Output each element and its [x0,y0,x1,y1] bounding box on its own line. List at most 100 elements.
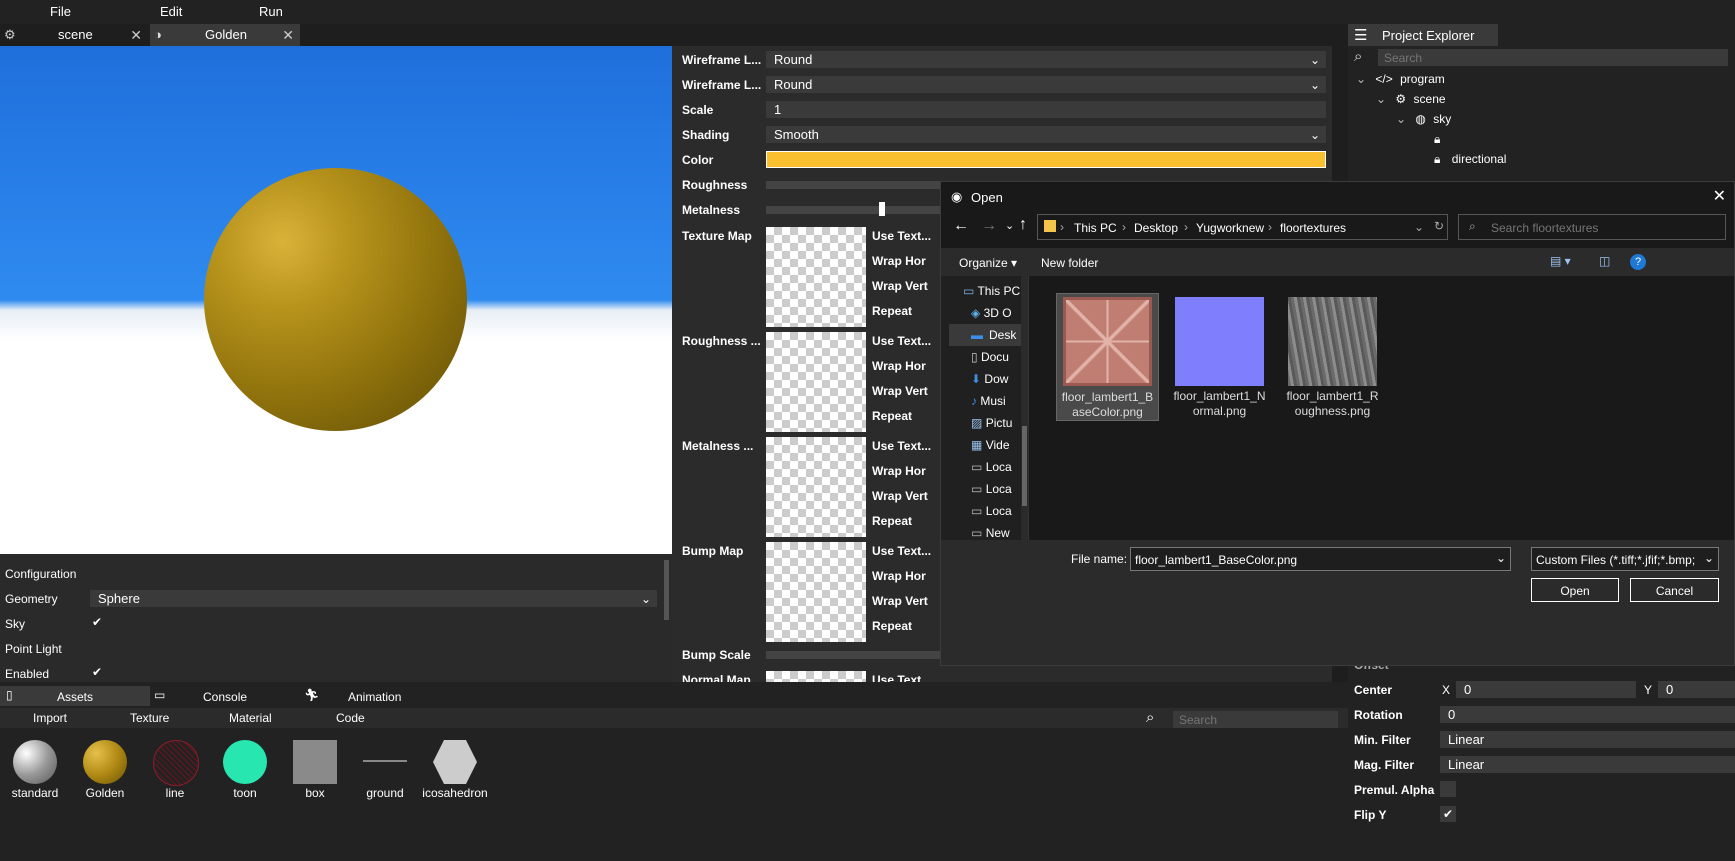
file-name: oughness.png [1294,404,1371,418]
texture-map-preview[interactable] [766,227,866,327]
tree-sky[interactable]: ⌄ ◍ sky [1396,112,1451,126]
assets-search-input[interactable] [1173,711,1338,728]
file-roughness[interactable]: floor_lambert1_R oughness.png [1281,293,1384,421]
center-x-label: X [1442,683,1451,697]
back-icon[interactable]: ← [953,217,969,235]
chevron-down-icon[interactable]: ⌄ [1005,219,1014,232]
nav-label: Pictu [985,416,1013,430]
asset-label: Golden [85,786,125,800]
nav-this-pc[interactable]: ▭ This PC [963,284,1020,298]
tab-assets[interactable]: ▯ Assets [0,686,150,706]
up-icon[interactable]: ↑ [1019,216,1027,234]
nav-music[interactable]: ♪ Musi [971,394,1006,408]
3d-viewport[interactable] [0,46,672,554]
close-icon[interactable]: ✕ [282,24,294,46]
shading-select[interactable]: Smooth ⌄ [766,126,1326,143]
bump-map-preview[interactable] [766,542,866,642]
help-icon[interactable]: ? [1630,254,1646,270]
chevron-down-icon[interactable]: ⌄ [1496,551,1506,565]
nav-desktop[interactable]: ▬ Desk [949,324,1028,346]
geometry-select[interactable]: Sphere ⌄ [90,590,657,607]
folder-search[interactable]: ⌕ [1458,214,1726,240]
metalness-slider-handle[interactable] [879,202,885,216]
material-button[interactable]: Material [229,711,272,725]
repeat-label: Repeat [872,304,913,318]
close-icon[interactable]: ✕ [1713,186,1726,206]
color-picker[interactable] [766,151,1326,168]
nav-scrollbar[interactable] [1021,276,1028,540]
lock-icon[interactable]: 🔒︎ [1434,132,1440,147]
organize-button[interactable]: Organize ▾ [959,256,1017,270]
preview-pane-icon[interactable]: ◫ [1599,254,1610,268]
center-y-label: Y [1644,683,1653,697]
center-x-input[interactable]: 0 [1456,681,1636,698]
code-button[interactable]: Code [336,711,365,725]
scale-input[interactable]: 1 [766,101,1326,118]
menu-run[interactable]: Run [259,4,283,19]
tab-golden[interactable]: ◑ Golden ✕ [150,24,300,46]
flip-y-checkbox[interactable]: ✔ [1440,806,1456,822]
menu-edit[interactable]: Edit [160,4,182,19]
wireframe-linejoin-select[interactable]: Round ⌄ [766,76,1326,93]
metalness-map-preview[interactable] [766,437,866,537]
divider [1028,276,1029,540]
center-y-input[interactable]: 0 [1658,681,1735,698]
menu-file[interactable]: File [50,4,71,19]
view-options-icon[interactable]: ▤ ▾ [1550,254,1571,268]
tab-console[interactable]: ▭ Console [152,686,292,706]
tab-scene[interactable]: ⚙ scene ✕ [0,24,148,46]
nav-3d-objects[interactable]: ◈ 3D O [971,306,1012,320]
filename-input[interactable]: floor_lambert1_BaseColor.png ⌄ [1130,547,1511,571]
mag-filter-select[interactable]: Linear [1440,756,1735,773]
open-button[interactable]: Open [1531,578,1619,602]
nav-local-disk-3[interactable]: ▭ Loca [971,504,1012,518]
nav-downloads[interactable]: ⬇ Dow [971,372,1008,386]
wireframe-linecap-select[interactable]: Round ⌄ [766,51,1326,68]
filetype-select[interactable]: Custom Files (*.tiff;*.jfif;*.bmp; ⌄ [1531,547,1719,571]
explorer-search-input[interactable] [1378,49,1728,66]
breadcrumb-desktop[interactable]: Desktop [1134,221,1178,235]
file-basecolor[interactable]: floor_lambert1_B aseColor.png [1056,293,1159,421]
premul-alpha-checkbox[interactable] [1440,781,1456,797]
tab-animation[interactable]: 🏃︎ Animation [300,686,440,706]
scrollbar-thumb[interactable] [1022,426,1027,506]
nav-pictures[interactable]: ▨ Pictu [971,416,1012,430]
new-folder-button[interactable]: New folder [1041,256,1098,270]
asset-thumbnail [83,740,127,784]
chevron-right-icon: › [1060,220,1064,234]
tree-scene[interactable]: ⌄ ⚙ scene [1376,92,1446,106]
close-icon[interactable]: ✕ [130,24,142,46]
forward-icon[interactable]: → [981,217,997,235]
desktop-icon: ▬ [971,328,983,342]
tree-directional[interactable]: 🔒︎ directional [1434,152,1506,167]
import-button[interactable]: Import [33,711,67,725]
min-filter-select[interactable]: Linear [1440,731,1735,748]
address-bar[interactable]: › This PC › Desktop › Yugworknew › floor… [1037,214,1448,240]
normal-map-preview[interactable] [766,671,866,682]
breadcrumb-floortextures[interactable]: floortextures [1280,221,1346,235]
roughness-map-preview[interactable] [766,332,866,432]
chevron-down-icon[interactable]: ⌄ [1414,220,1424,234]
breadcrumb-yugworknew[interactable]: Yugworknew [1196,221,1264,235]
nav-local-disk-1[interactable]: ▭ Loca [971,460,1012,474]
rotation-input[interactable]: 0 [1440,706,1735,723]
nav-new-volume[interactable]: ▭ New [971,526,1010,540]
enabled-checkbox[interactable]: ✔ [92,665,106,679]
nav-label: 3D O [983,306,1012,320]
explorer-tab[interactable]: ☰ Project Explorer [1348,24,1498,46]
cancel-button[interactable]: Cancel [1630,578,1719,602]
texture-button[interactable]: Texture [130,711,169,725]
tree-program[interactable]: ⌄ </> program [1356,72,1445,86]
sky-checkbox[interactable]: ✔ [92,615,106,629]
nav-documents[interactable]: ▯ Docu [971,350,1009,364]
nav-local-disk-2[interactable]: ▭ Loca [971,482,1012,496]
file-normal[interactable]: floor_lambert1_N ormal.png [1168,293,1271,421]
nav-label: Loca [985,460,1012,474]
breadcrumb-this-pc[interactable]: This PC [1074,221,1117,235]
scrollbar[interactable] [664,560,669,620]
min-filter-value: Linear [1448,732,1485,747]
folder-search-input[interactable] [1489,219,1723,237]
repeat-label: Repeat [872,619,913,633]
nav-videos[interactable]: ▦ Vide [971,438,1010,452]
refresh-icon[interactable]: ↻ [1434,219,1444,233]
